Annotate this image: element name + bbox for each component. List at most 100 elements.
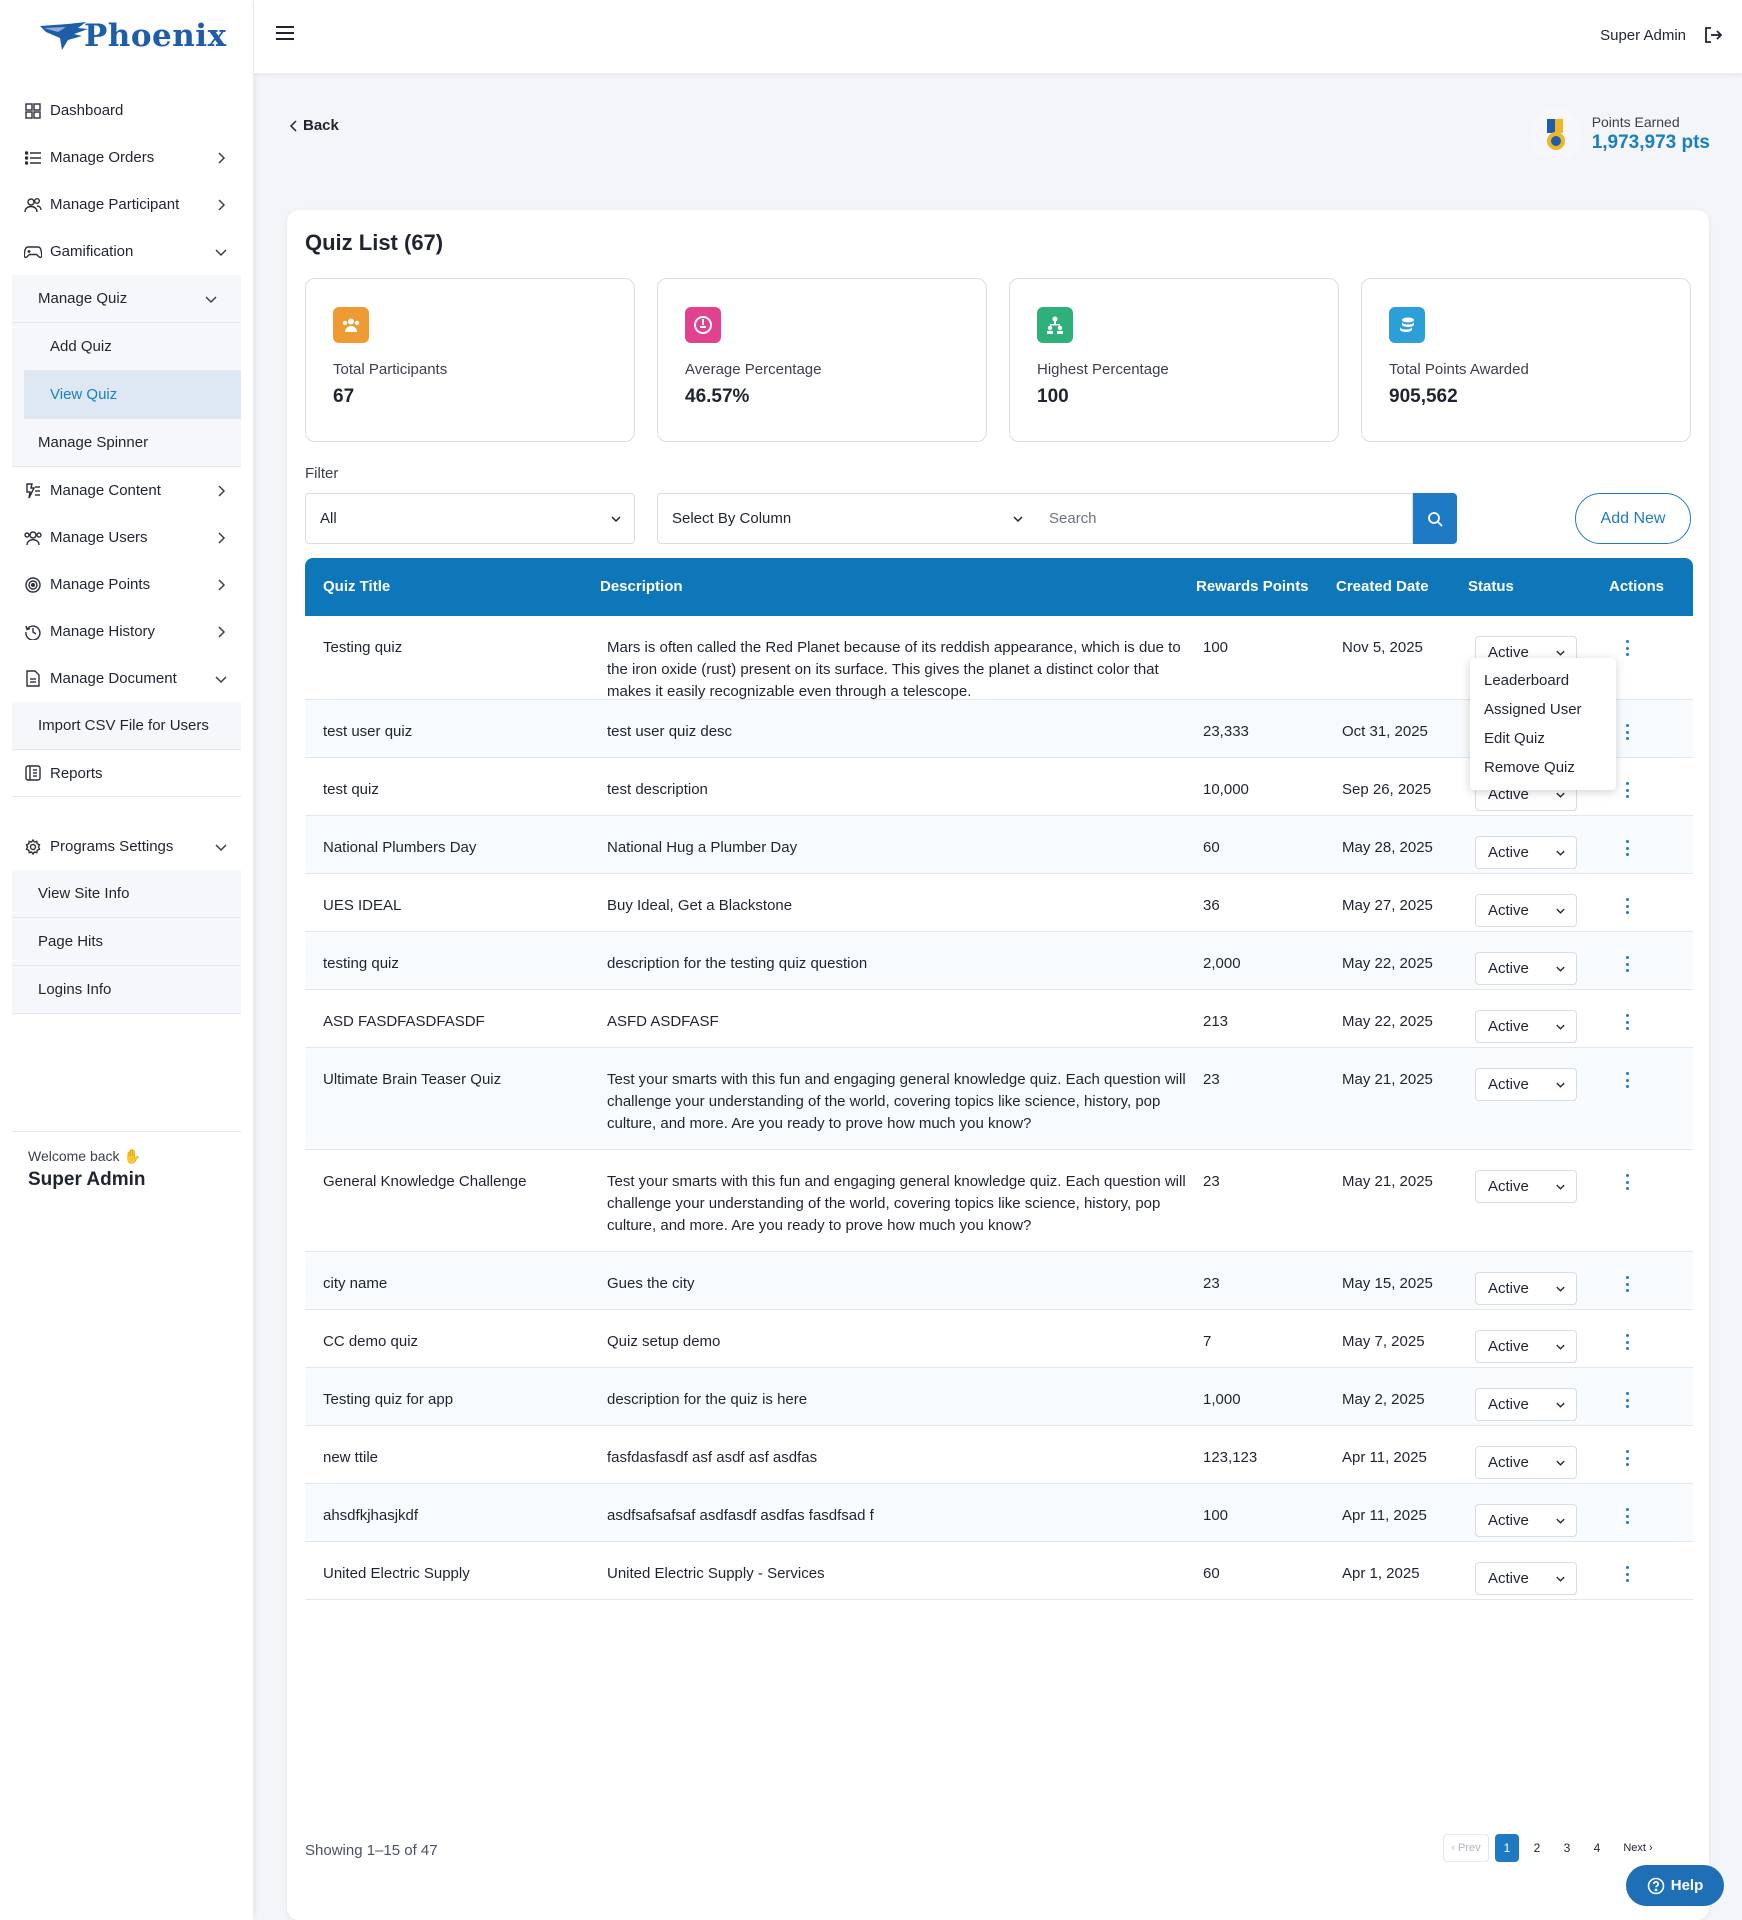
- chevron-down-icon: [1556, 792, 1565, 798]
- sidebar-item-manage-history[interactable]: Manage History: [12, 608, 241, 655]
- row-actions-kebab-icon[interactable]: [1620, 838, 1634, 858]
- page-button-3[interactable]: 3: [1555, 1834, 1579, 1862]
- sidebar-item-label: Import CSV File for Users: [38, 717, 209, 734]
- gamepad-icon: [24, 243, 42, 261]
- history-icon: [24, 623, 42, 641]
- welcome-greeting: Welcome back: [28, 1148, 120, 1164]
- sidebar-item-label: View Site Info: [38, 885, 130, 902]
- sidebar-item-manage-orders[interactable]: Manage Orders: [12, 134, 241, 181]
- menu-item-leaderboard[interactable]: Leaderboard: [1470, 666, 1616, 695]
- column-header-created-date[interactable]: Created Date: [1336, 578, 1429, 595]
- sidebar-item-logins-info[interactable]: Logins Info: [12, 966, 241, 1014]
- row-actions-kebab-icon[interactable]: [1620, 1448, 1634, 1468]
- row-actions-kebab-icon[interactable]: [1620, 1070, 1634, 1090]
- quiz-title: CC demo quiz: [323, 1333, 419, 1350]
- row-actions-kebab-icon[interactable]: [1620, 780, 1634, 800]
- sidebar-item-manage-quiz[interactable]: Manage Quiz: [12, 275, 241, 323]
- sidebar-item-manage-content[interactable]: Manage Content: [12, 467, 241, 514]
- sidebar-item-gamification[interactable]: Gamification: [12, 228, 241, 275]
- quiz-description: ASFD ASDFASF: [607, 1013, 719, 1030]
- menu-item-remove-quiz[interactable]: Remove Quiz: [1470, 753, 1616, 782]
- header-user-name[interactable]: Super Admin: [1600, 27, 1686, 44]
- row-actions-kebab-icon[interactable]: [1620, 1332, 1634, 1352]
- quiz-description: Test your smarts with this fun and engag…: [607, 1173, 1186, 1234]
- row-actions-kebab-icon[interactable]: [1620, 1172, 1634, 1192]
- page-button-1[interactable]: 1: [1495, 1834, 1519, 1862]
- status-select[interactable]: Active: [1475, 1272, 1577, 1305]
- prev-page-button[interactable]: ‹ Prev: [1443, 1834, 1489, 1862]
- target-icon: [24, 576, 42, 594]
- quiz-reward-points: 100: [1203, 639, 1229, 656]
- page-button-2[interactable]: 2: [1525, 1834, 1549, 1862]
- quiz-description: Mars is often called the Red Planet beca…: [607, 639, 1181, 700]
- menu-toggle-icon[interactable]: [276, 26, 294, 42]
- status-select[interactable]: Active: [1475, 1068, 1577, 1101]
- quiz-created-date: Apr 11, 2025: [1342, 1507, 1427, 1524]
- sidebar-item-dashboard[interactable]: Dashboard: [12, 87, 241, 134]
- status-select[interactable]: Active: [1475, 952, 1577, 985]
- row-actions-kebab-icon[interactable]: [1620, 1012, 1634, 1032]
- brand-name: Phoenix: [84, 18, 227, 54]
- sidebar-item-import-csv[interactable]: Import CSV File for Users: [12, 702, 241, 750]
- row-actions-kebab-icon[interactable]: [1620, 638, 1634, 658]
- search-input[interactable]: [1035, 493, 1413, 544]
- row-actions-kebab-icon[interactable]: [1620, 896, 1634, 916]
- chevron-right-icon: [218, 625, 226, 638]
- chevron-down-icon: [1556, 1286, 1565, 1292]
- quiz-description: test user quiz desc: [607, 723, 733, 740]
- sidebar-item-manage-spinner[interactable]: Manage Spinner: [12, 419, 241, 467]
- filter-status-select[interactable]: All: [305, 493, 635, 544]
- logout-icon[interactable]: [1702, 24, 1724, 46]
- sidebar-item-manage-points[interactable]: Manage Points: [12, 561, 241, 608]
- quiz-description: fasfdasfasdf asf asdf asf asdfas: [607, 1449, 818, 1466]
- page-button-4[interactable]: 4: [1585, 1834, 1609, 1862]
- sidebar-item-view-site-info[interactable]: View Site Info: [12, 870, 241, 918]
- column-header-rewards-points[interactable]: Rewards Points: [1196, 578, 1309, 595]
- status-select[interactable]: Active: [1475, 1010, 1577, 1043]
- sidebar-item-view-quiz[interactable]: View Quiz: [24, 371, 241, 419]
- row-actions-kebab-icon[interactable]: [1620, 722, 1634, 742]
- sidebar-item-reports[interactable]: Reports: [12, 750, 241, 797]
- status-select[interactable]: Active: [1475, 894, 1577, 927]
- menu-item-edit-quiz[interactable]: Edit Quiz: [1470, 724, 1616, 753]
- chevron-down-icon: [1556, 650, 1565, 656]
- row-actions-kebab-icon[interactable]: [1620, 1274, 1634, 1294]
- quiz-created-date: Apr 11, 2025: [1342, 1449, 1427, 1466]
- status-select[interactable]: Active: [1475, 1562, 1577, 1595]
- points-label: Points Earned: [1591, 114, 1680, 130]
- menu-item-assigned-user[interactable]: Assigned User: [1470, 695, 1616, 724]
- add-new-button[interactable]: Add New: [1575, 493, 1691, 544]
- status-value: Active: [1488, 1396, 1529, 1413]
- row-actions-kebab-icon[interactable]: [1620, 1390, 1634, 1410]
- row-actions-kebab-icon[interactable]: [1620, 1506, 1634, 1526]
- sidebar-item-manage-participant[interactable]: Manage Participant: [12, 181, 241, 228]
- next-page-button[interactable]: Next ›: [1615, 1834, 1661, 1862]
- select-by-column[interactable]: Select By Column: [657, 493, 1037, 544]
- quiz-reward-points: 23,333: [1203, 723, 1249, 740]
- status-select[interactable]: Active: [1475, 1504, 1577, 1537]
- column-header-status[interactable]: Status: [1468, 578, 1514, 595]
- column-header-title[interactable]: Quiz Title: [323, 578, 390, 595]
- status-select[interactable]: Active: [1475, 1170, 1577, 1203]
- sidebar-item-programs-settings[interactable]: Programs Settings: [12, 823, 241, 870]
- back-link[interactable]: Back: [289, 117, 339, 134]
- chevron-down-icon: [1556, 966, 1565, 972]
- sidebar-item-add-quiz[interactable]: Add Quiz: [24, 323, 241, 371]
- quiz-created-date: Oct 31, 2025: [1342, 723, 1428, 740]
- status-select[interactable]: Active: [1475, 1388, 1577, 1421]
- row-actions-kebab-icon[interactable]: [1620, 1564, 1634, 1584]
- phoenix-logo[interactable]: Phoenix: [38, 18, 227, 54]
- status-select[interactable]: Active: [1475, 1446, 1577, 1479]
- status-value: Active: [1488, 1178, 1529, 1195]
- chevron-down-icon: [1556, 1518, 1565, 1524]
- sidebar-item-manage-document[interactable]: Manage Document: [12, 655, 241, 702]
- sidebar-item-page-hits[interactable]: Page Hits: [12, 918, 241, 966]
- status-select[interactable]: Active: [1475, 836, 1577, 869]
- status-select[interactable]: Active: [1475, 1330, 1577, 1363]
- help-button[interactable]: Help: [1626, 1865, 1724, 1906]
- search-button[interactable]: [1413, 493, 1457, 544]
- sidebar-item-manage-users[interactable]: Manage Users: [12, 514, 241, 561]
- row-actions-kebab-icon[interactable]: [1620, 954, 1634, 974]
- quiz-reward-points: 213: [1203, 1013, 1229, 1030]
- column-header-description[interactable]: Description: [600, 578, 683, 595]
